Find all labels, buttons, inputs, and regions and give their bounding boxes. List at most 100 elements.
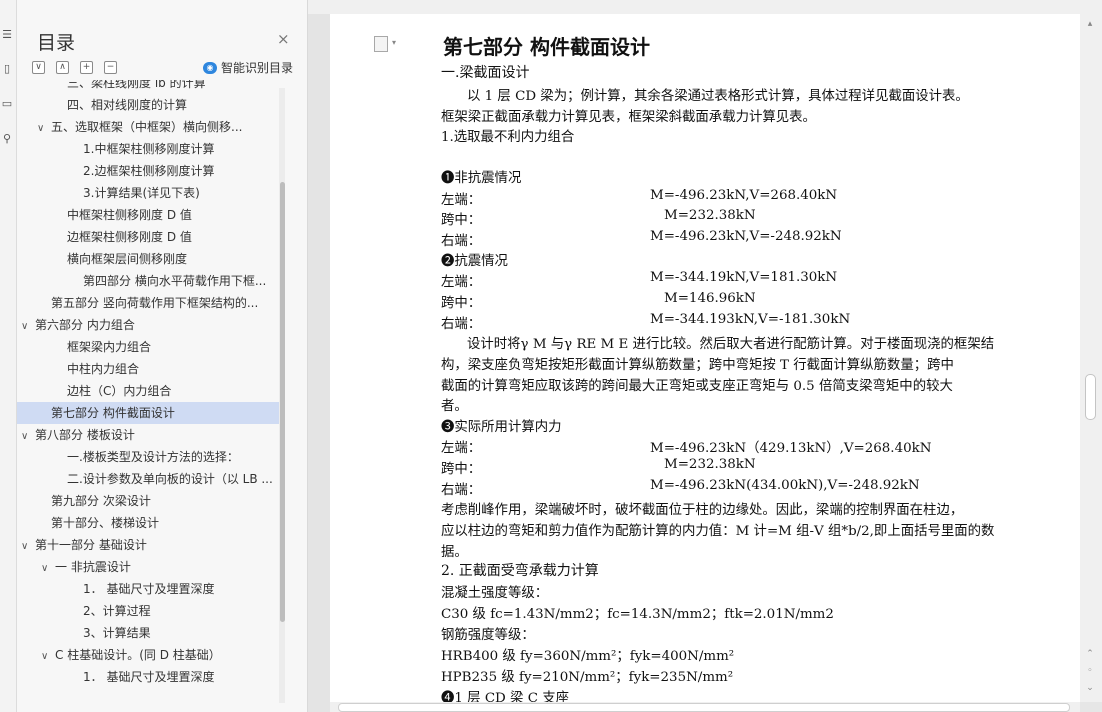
document-line: 截面的计算弯矩应取该跨的跨间最大正弯矩或支座正弯矩与 0.5 倍简支梁弯矩中的较… — [441, 379, 953, 394]
document-line: 左端： — [441, 193, 482, 208]
smart-toc-button[interactable]: ◉ 智能识别目录 — [203, 59, 293, 76]
search-icon[interactable]: ⚲ — [0, 132, 14, 146]
toc-item[interactable]: 1． 基础尺寸及埋置深度 — [17, 666, 279, 688]
chevron-down-icon[interactable]: ∨ — [21, 316, 35, 336]
toc-item[interactable]: 中柱内力组合 — [17, 358, 279, 380]
toc-item-label: 3.计算结果(详见下表) — [83, 186, 200, 200]
document-line: M=232.38kN — [664, 208, 756, 223]
chevron-down-icon[interactable]: ∨ — [21, 426, 35, 446]
toc-item[interactable]: 1.中框架柱侧移刚度计算 — [17, 138, 279, 160]
toc-item[interactable]: 中框架柱侧移刚度 D 值 — [17, 204, 279, 226]
document-line: 跨中： — [441, 213, 482, 228]
document-line: 钢筋强度等级： — [441, 628, 535, 643]
horizontal-scroll-thumb[interactable] — [338, 703, 1070, 712]
toc-item-label: 边框架柱侧移刚度 D 值 — [67, 230, 192, 244]
toc-item[interactable]: 第五部分 竖向荷载作用下框架结构的... — [17, 292, 279, 314]
smart-toc-label: 智能识别目录 — [221, 61, 294, 75]
toc-item[interactable]: ∨ 第八部分 楼板设计 — [17, 424, 279, 446]
chevron-down-icon[interactable]: ∨ — [37, 118, 51, 138]
toc-item[interactable]: 第四部分 横向水平荷载作用下框... — [17, 270, 279, 292]
toc-item[interactable]: ∨ 第十一部分 基础设计 — [17, 534, 279, 556]
document-line: C30 级 fc=1.43N/mm2；fc=14.3N/mm2；ftk=2.01… — [441, 607, 834, 622]
document-line: 2. 正截面受弯承载力计算 — [441, 563, 599, 579]
document-line: 第七部分 构件截面设计 — [443, 35, 650, 59]
remove-heading-button[interactable]: − — [104, 61, 117, 74]
toc-item[interactable]: 第七部分 构件截面设计 — [17, 402, 279, 424]
toc-item-label: 2.边框架柱侧移刚度计算 — [83, 164, 215, 178]
vertical-scrollbar[interactable]: ▴ ⌃ ◦ ⌄ — [1080, 14, 1102, 702]
toc-icon[interactable]: ☰ — [0, 28, 14, 42]
toc-item-label: 四、相对线刚度的计算 — [67, 98, 188, 112]
chevron-down-icon[interactable]: ∨ — [21, 536, 35, 556]
toc-item-label: 第七部分 构件截面设计 — [51, 406, 175, 420]
toc-item[interactable]: 第十部分、楼梯设计 — [17, 512, 279, 534]
document-line: M=-496.23kN（429.13kN）,V=268.40kN — [650, 441, 932, 456]
toc-scroll-thumb[interactable] — [280, 182, 285, 622]
collapse-all-button[interactable]: ∨ — [32, 61, 45, 74]
toc-item[interactable]: 2、计算过程 — [17, 600, 279, 622]
toc-item-label: 第十部分、楼梯设计 — [51, 516, 160, 530]
toc-item[interactable]: 边框架柱侧移刚度 D 值 — [17, 226, 279, 248]
page-icon[interactable]: ▭ — [0, 97, 14, 111]
chevron-down-icon[interactable]: ∨ — [41, 558, 55, 578]
cloud-icon: ◉ — [203, 61, 217, 74]
add-heading-button[interactable]: + — [80, 61, 93, 74]
chevron-down-icon[interactable]: ▾ — [392, 38, 396, 47]
toc-item[interactable]: 边柱（C）内力组合 — [17, 380, 279, 402]
toc-item-label: 中柱内力组合 — [67, 362, 140, 376]
document-line: ❷抗震情况 — [441, 254, 508, 269]
toc-item-label: 中框架柱侧移刚度 D 值 — [67, 208, 192, 222]
document-line: 右端： — [441, 317, 482, 332]
toc-item[interactable]: ∨ 第六部分 内力组合 — [17, 314, 279, 336]
bookmark-icon[interactable]: ▯ — [0, 62, 14, 76]
toc-item[interactable]: 横向框架层间侧移刚度 — [17, 248, 279, 270]
document-line: 设计时将γ M 与γ RE M E 进行比较。然后取大者进行配筋计算。对于楼面现… — [467, 337, 995, 352]
document-line: 混凝土强度等级： — [441, 586, 549, 601]
scroll-up-icon[interactable]: ▴ — [1084, 18, 1096, 30]
icon-rail: ☰ ▯ ▭ ⚲ — [0, 0, 17, 712]
toc-item-label: 第九部分 次梁设计 — [51, 494, 151, 508]
chevron-down-icon[interactable]: ∨ — [41, 646, 55, 666]
expand-up-button[interactable]: ∧ — [56, 61, 69, 74]
select-browse-icon[interactable]: ◦ — [1084, 665, 1096, 677]
toc-item-label: 第五部分 竖向荷载作用下框架结构的... — [51, 296, 259, 310]
toc-item-label: 1． 基础尺寸及埋置深度 — [83, 582, 215, 596]
toc-item[interactable]: 1． 基础尺寸及埋置深度 — [17, 578, 279, 600]
paragraph-icon[interactable] — [374, 36, 388, 52]
toc-item-label: 3、计算结果 — [83, 626, 151, 640]
close-icon[interactable]: × — [277, 30, 290, 48]
document-line: M=146.96kN — [664, 291, 756, 306]
toc-item[interactable]: 第九部分 次梁设计 — [17, 490, 279, 512]
toc-item[interactable]: ∨ 一 非抗震设计 — [17, 556, 279, 578]
document-line: 右端： — [441, 483, 482, 498]
toc-item[interactable]: 3、计算结果 — [17, 622, 279, 644]
horizontal-scrollbar[interactable] — [330, 702, 1080, 712]
document-line: M=-344.193kN,V=-181.30kN — [650, 312, 851, 327]
nav-title: 目录 — [37, 32, 76, 54]
toc-item-label: 框架梁内力组合 — [67, 340, 152, 354]
toc-item[interactable]: 2.边框架柱侧移刚度计算 — [17, 160, 279, 182]
toc-item[interactable]: 3.计算结果(详见下表) — [17, 182, 279, 204]
toc-item-label: 横向框架层间侧移刚度 — [67, 252, 188, 266]
toc-item-label: 1.中框架柱侧移刚度计算 — [83, 142, 215, 156]
toc-item[interactable]: ∨ C 柱基础设计。(同 D 柱基础） — [17, 644, 279, 666]
toc-item-label: 边柱（C）内力组合 — [67, 384, 172, 398]
document-line: ❶非抗震情况 — [441, 171, 522, 186]
toc-item[interactable]: 四、相对线刚度的计算 — [17, 94, 279, 116]
vertical-scroll-thumb[interactable] — [1085, 374, 1096, 420]
toc-item[interactable]: ∨ 五、选取框架（中框架）横向侧移... — [17, 116, 279, 138]
document-line: 据。 — [441, 545, 468, 560]
toc-item[interactable]: 框架梁内力组合 — [17, 336, 279, 358]
document-line: 考虑削峰作用，梁端破坏时，破坏截面位于柱的边缘处。因此，梁端的控制界面在柱边， — [441, 503, 964, 518]
document-line: 应以柱边的弯矩和剪力值作为配筋计算的内力值：M 计=M 组-V 组*b/2,即上… — [441, 524, 995, 539]
ruler-strip — [308, 0, 1102, 15]
document-line: HPB235 级 fy=210N/mm²；fyk=235N/mm² — [441, 670, 734, 685]
toc-item-label: 二.设计参数及单向板的设计（以 LB ... — [67, 472, 273, 486]
navigation-pane: 目录 × ∨ ∧ + − ◉ 智能识别目录 三、梁柱线刚度 ib 的计算四、相对… — [17, 0, 308, 712]
document-page[interactable]: ▾ 第七部分 构件截面设计 一.梁截面设计以 1 层 CD 梁为；例计算，其余各梁… — [330, 14, 1080, 712]
prev-page-icon[interactable]: ⌃ — [1084, 648, 1096, 660]
toc-item[interactable]: 一.楼板类型及设计方法的选择： — [17, 446, 279, 468]
next-page-icon[interactable]: ⌄ — [1084, 682, 1096, 694]
toc-item[interactable]: 三、梁柱线刚度 ib 的计算 — [17, 80, 279, 94]
toc-item[interactable]: 二.设计参数及单向板的设计（以 LB ... — [17, 468, 279, 490]
